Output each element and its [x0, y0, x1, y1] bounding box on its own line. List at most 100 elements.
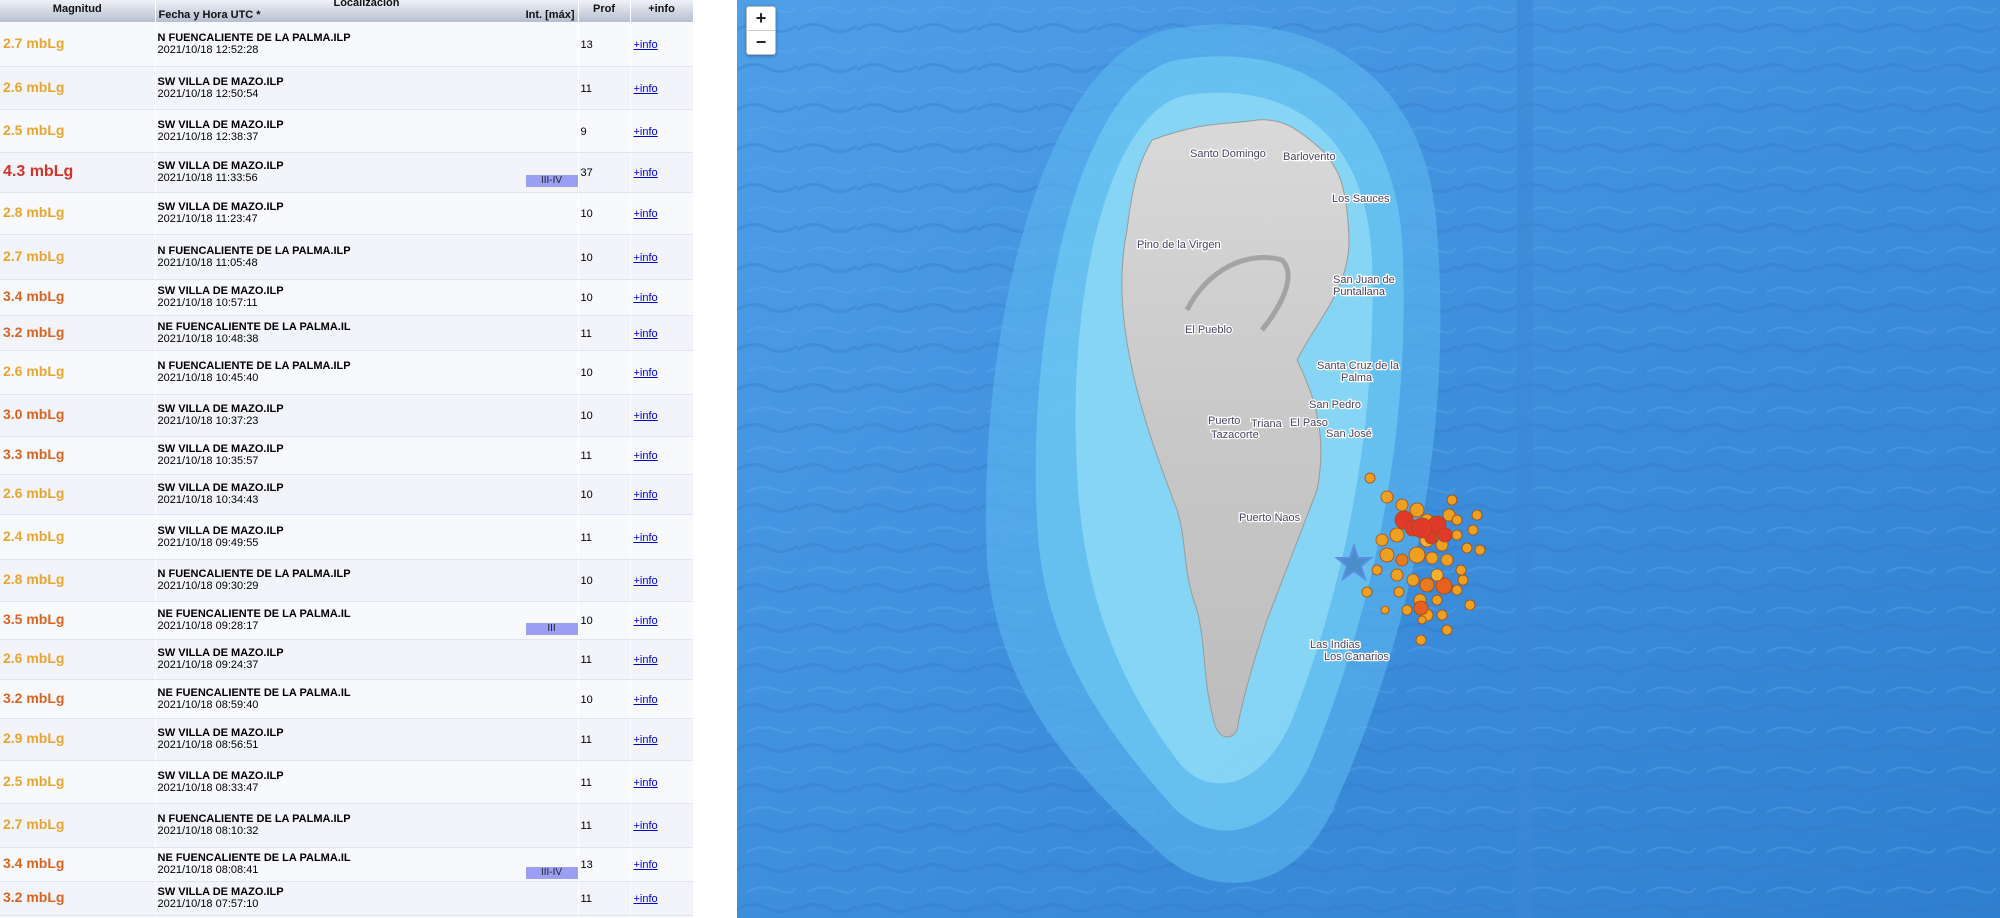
info-link[interactable]: +info	[634, 654, 658, 666]
table-row[interactable]: 3.0 mbLg SW VILLA DE MAZO.ILP 2021/10/18 1…	[0, 394, 693, 437]
table-row[interactable]: 2.7 mbLg N FUENCALIENTE DE LA PALMA.ILP 20…	[0, 234, 693, 280]
zoom-in-button[interactable]: +	[747, 7, 775, 30]
table-row[interactable]: 3.2 mbLg SW VILLA DE MAZO.ILP 2021/10/18 0…	[0, 881, 693, 916]
location-name: SW VILLA DE MAZO.ILP	[157, 75, 284, 88]
table-row[interactable]: 2.6 mbLg SW VILLA DE MAZO.ILP 2021/10/18 1…	[0, 474, 693, 515]
info-link[interactable]: +info	[634, 410, 658, 422]
earthquake-marker[interactable]	[1415, 634, 1427, 646]
earthquake-marker[interactable]	[1431, 594, 1443, 606]
info-link[interactable]: +info	[634, 167, 658, 179]
earthquake-marker[interactable]	[1441, 624, 1453, 636]
header-magnitud[interactable]: Magnitud	[0, 0, 156, 22]
earthquake-marker[interactable]	[1409, 502, 1425, 518]
earthquake-marker[interactable]	[1375, 533, 1389, 547]
table-row[interactable]: 2.9 mbLg SW VILLA DE MAZO.ILP 2021/10/18 0…	[0, 718, 693, 761]
zoom-out-button[interactable]: −	[747, 30, 775, 54]
info-link[interactable]: +info	[634, 252, 658, 264]
table-row[interactable]: 2.8 mbLg SW VILLA DE MAZO.ILP 2021/10/18 1…	[0, 192, 693, 235]
table-row[interactable]: 2.5 mbLg SW VILLA DE MAZO.ILP 2021/10/18 0…	[0, 760, 693, 804]
earthquake-marker[interactable]	[1380, 490, 1394, 504]
info-link[interactable]: +info	[634, 328, 658, 340]
earthquake-marker[interactable]	[1411, 517, 1433, 539]
info-link[interactable]: +info	[634, 734, 658, 746]
location-cell: SW VILLA DE MAZO.ILP 2021/10/18 08:56:51	[155, 718, 579, 761]
info-link[interactable]: +info	[634, 489, 658, 501]
table-row[interactable]: 2.7 mbLg N FUENCALIENTE DE LA PALMA.ILP 20…	[0, 803, 693, 848]
earthquake-marker[interactable]	[1457, 574, 1469, 586]
earthquake-marker[interactable]	[1408, 546, 1426, 564]
info-link[interactable]: +info	[634, 532, 658, 544]
earthquake-marker[interactable]	[1401, 604, 1413, 616]
table-row[interactable]: 2.7 mbLg N FUENCALIENTE DE LA PALMA.ILP 20…	[0, 22, 693, 67]
info-link[interactable]: +info	[634, 208, 658, 220]
earthquake-marker[interactable]	[1461, 542, 1473, 554]
table-row[interactable]: 2.4 mbLg SW VILLA DE MAZO.ILP 2021/10/18 0…	[0, 514, 693, 560]
earthquake-marker[interactable]	[1451, 529, 1463, 541]
earthquake-marker[interactable]	[1440, 553, 1454, 567]
earthquake-marker[interactable]	[1419, 577, 1435, 593]
info-link[interactable]: +info	[634, 615, 658, 627]
earthquake-marker[interactable]	[1364, 472, 1376, 484]
earthquake-marker[interactable]	[1474, 544, 1486, 556]
earthquake-marker[interactable]	[1395, 498, 1409, 512]
datetime: 2021/10/18 08:33:47	[157, 781, 259, 794]
location-cell: SW VILLA DE MAZO.ILP 2021/10/18 10:34:43	[155, 474, 579, 515]
earthquake-marker[interactable]	[1393, 586, 1405, 598]
info-link[interactable]: +info	[634, 777, 658, 789]
info-link[interactable]: +info	[634, 893, 658, 905]
info-link[interactable]: +info	[634, 367, 658, 379]
table-row[interactable]: 2.5 mbLg SW VILLA DE MAZO.ILP 2021/10/18 1…	[0, 109, 693, 153]
info-link[interactable]: +info	[634, 292, 658, 304]
info-link[interactable]: +info	[634, 39, 658, 51]
depth-value: 11	[580, 776, 592, 789]
table-row[interactable]: 3.2 mbLg NE FUENCALIENTE DE LA PALMA.IL 20…	[0, 679, 693, 719]
header-info[interactable]: +info	[630, 0, 693, 22]
earthquake-marker[interactable]	[1380, 605, 1390, 615]
location-name: SW VILLA DE MAZO.ILP	[157, 769, 284, 782]
table-row[interactable]: 2.8 mbLg N FUENCALIENTE DE LA PALMA.ILP 20…	[0, 559, 693, 602]
info-link[interactable]: +info	[634, 694, 658, 706]
table-row[interactable]: 2.6 mbLg SW VILLA DE MAZO.ILP 2021/10/18 0…	[0, 639, 693, 680]
earthquake-marker[interactable]	[1430, 568, 1444, 582]
earthquake-marker[interactable]	[1379, 547, 1395, 563]
earthquake-marker[interactable]	[1467, 524, 1479, 536]
earthquake-marker[interactable]	[1446, 494, 1458, 506]
info-link[interactable]: +info	[634, 575, 658, 587]
location-name: SW VILLA DE MAZO.ILP	[157, 443, 284, 455]
earthquake-marker[interactable]	[1455, 564, 1467, 576]
earthquake-marker[interactable]	[1389, 527, 1405, 543]
header-localizacion[interactable]: Localización Fecha y Hora UTC * Int. [má…	[155, 0, 579, 22]
earthquake-marker[interactable]	[1395, 553, 1409, 567]
earthquake-marker[interactable]	[1471, 509, 1483, 521]
location-cell: SW VILLA DE MAZO.ILP 2021/10/18 10:35:57	[155, 436, 579, 475]
table-row[interactable]: 3.3 mbLg SW VILLA DE MAZO.ILP 2021/10/18 1…	[0, 436, 693, 475]
table-row[interactable]: 4.3 mbLg SW VILLA DE MAZO.ILP 2021/10/18 1…	[0, 152, 693, 193]
earthquake-marker[interactable]	[1361, 586, 1373, 598]
info-link[interactable]: +info	[634, 126, 658, 138]
earthquake-marker[interactable]	[1425, 551, 1439, 565]
table-row[interactable]: 3.2 mbLg NE FUENCALIENTE DE LA PALMA.IL 20…	[0, 315, 693, 351]
header-prof[interactable]: Prof	[578, 0, 631, 22]
earthquake-marker[interactable]	[1436, 609, 1448, 621]
table-row[interactable]: 3.4 mbLg NE FUENCALIENTE DE LA PALMA.IL 20…	[0, 847, 693, 882]
earthquake-marker[interactable]	[1464, 599, 1476, 611]
table-row[interactable]: 3.5 mbLg NE FUENCALIENTE DE LA PALMA.IL 20…	[0, 601, 693, 640]
earthquake-marker[interactable]	[1371, 564, 1383, 576]
earthquake-marker[interactable]	[1413, 600, 1429, 616]
table-row[interactable]: 3.4 mbLg SW VILLA DE MAZO.ILP 2021/10/18 1…	[0, 279, 693, 316]
earthquake-marker[interactable]	[1417, 615, 1427, 625]
info-link[interactable]: +info	[634, 83, 658, 95]
seismic-map[interactable]: + − Santo Domingo Barlovento Los Sauces …	[737, 0, 2000, 918]
info-link[interactable]: +info	[634, 450, 658, 462]
info-link[interactable]: +info	[634, 820, 658, 832]
earthquake-marker[interactable]	[1390, 568, 1404, 582]
table-row[interactable]: 2.6 mbLg SW VILLA DE MAZO.ILP 2021/10/18 1…	[0, 66, 693, 110]
earthquake-marker[interactable]	[1406, 573, 1420, 587]
magnitude-cell: 3.2 mbLg	[0, 315, 156, 351]
magnitude-value: 2.4 mbLg	[3, 527, 65, 544]
table-row[interactable]: 2.6 mbLg N FUENCALIENTE DE LA PALMA.ILP 20…	[0, 350, 693, 395]
earthquake-marker[interactable]	[1437, 527, 1453, 543]
earthquake-marker[interactable]	[1451, 514, 1463, 526]
info-link[interactable]: +info	[634, 859, 658, 871]
earthquake-marker[interactable]	[1451, 584, 1463, 596]
